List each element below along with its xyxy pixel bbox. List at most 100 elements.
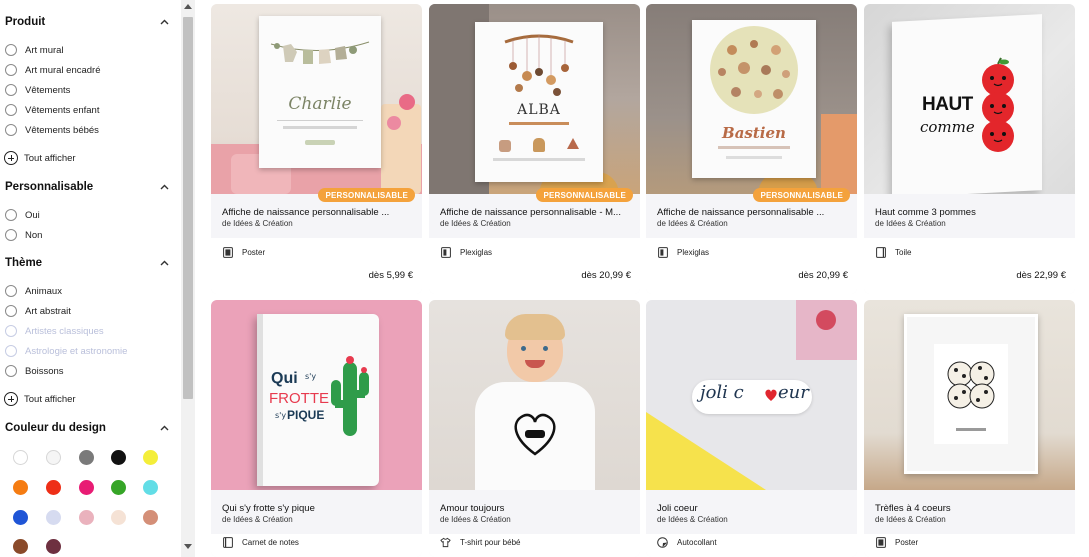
radio-button[interactable] (5, 325, 17, 337)
product-card[interactable]: Bastien PERSONNALISABLE Affiche de naiss… (646, 4, 857, 294)
filter-option-oui[interactable]: Oui (5, 207, 40, 223)
product-card[interactable]: joli c eur Joli coeur de Idées & Créatio… (646, 300, 857, 557)
product-image[interactable]: HAUT comme (864, 4, 1075, 194)
scroll-up-arrow-icon[interactable] (184, 4, 192, 9)
color-swatch[interactable] (79, 480, 94, 495)
option-label: Animaux (25, 285, 62, 297)
product-title[interactable]: Qui s'y frotte s'y pique (222, 503, 414, 514)
chevron-up-icon[interactable] (158, 16, 170, 28)
radio-button[interactable] (5, 44, 17, 56)
radio-button[interactable] (5, 104, 17, 116)
product-type: T-shirt pour bébé (440, 536, 520, 548)
color-swatch[interactable] (46, 510, 61, 525)
product-title[interactable]: Amour toujours (440, 503, 632, 514)
product-author[interactable]: de Idées & Création (440, 515, 511, 524)
art-text-pique: PIQUE (287, 408, 325, 422)
product-image[interactable]: ALBA (429, 4, 640, 194)
product-author[interactable]: de Idées & Création (875, 515, 946, 524)
product-image[interactable]: Qui s'y FROTTE s'y PIQUE (211, 300, 422, 490)
product-title[interactable]: Affiche de naissance personnalisable ... (222, 207, 414, 218)
filter-option-vetements-enfant[interactable]: Vêtements enfant (5, 102, 99, 118)
filter-section-product-header[interactable]: Produit (5, 13, 170, 31)
product-type-label: Toile (895, 247, 912, 257)
color-swatch[interactable] (111, 480, 126, 495)
product-image[interactable] (864, 300, 1075, 490)
filter-option-artistes-classiques[interactable]: Artistes classiques (5, 323, 104, 339)
product-card[interactable]: Charlie PERSONNALISABLE Affiche de naiss… (211, 4, 422, 294)
product-price: dès 20,99 € (581, 270, 631, 281)
color-swatch[interactable] (79, 450, 94, 465)
radio-button[interactable] (5, 365, 17, 377)
option-label: Art mural (25, 44, 64, 56)
customizable-badge: PERSONNALISABLE (753, 188, 850, 202)
product-title[interactable]: Joli coeur (657, 503, 849, 514)
filter-section-customizable-header[interactable]: Personnalisable (5, 178, 170, 196)
color-swatch[interactable] (111, 450, 126, 465)
show-all-products-button[interactable]: Tout afficher (4, 150, 76, 166)
product-footer: Toile dès 22,99 € (864, 238, 1075, 294)
color-swatch[interactable] (13, 450, 28, 465)
filter-option-vetements[interactable]: Vêtements (5, 82, 70, 98)
product-image[interactable]: joli c eur (646, 300, 857, 490)
chevron-up-icon[interactable] (158, 257, 170, 269)
radio-button[interactable] (5, 124, 17, 136)
filter-option-non[interactable]: Non (5, 227, 42, 243)
radio-button[interactable] (5, 345, 17, 357)
product-author[interactable]: de Idées & Création (222, 219, 293, 228)
filter-option-vetements-bebes[interactable]: Vêtements bébés (5, 122, 99, 138)
color-swatch[interactable] (46, 480, 61, 495)
color-swatch[interactable] (143, 480, 158, 495)
color-swatch[interactable] (143, 510, 158, 525)
chevron-up-icon[interactable] (158, 422, 170, 434)
chevron-up-icon[interactable] (158, 181, 170, 193)
color-swatch[interactable] (13, 510, 28, 525)
radio-button[interactable] (5, 285, 17, 297)
product-author[interactable]: de Idées & Création (440, 219, 511, 228)
product-author[interactable]: de Idées & Création (875, 219, 946, 228)
show-all-label: Tout afficher (24, 393, 76, 405)
show-all-themes-button[interactable]: Tout afficher (4, 391, 76, 407)
art-text-frotte: FROTTE (269, 390, 329, 407)
color-swatch[interactable] (143, 450, 158, 465)
product-author[interactable]: de Idées & Création (222, 515, 293, 524)
color-swatch[interactable] (111, 510, 126, 525)
product-title[interactable]: Haut comme 3 pommes (875, 207, 1067, 218)
product-title[interactable]: Trèfles à 4 coeurs (875, 503, 1067, 514)
product-card[interactable]: Qui s'y FROTTE s'y PIQUE Qui s'y frotte … (211, 300, 422, 557)
color-swatch[interactable] (79, 510, 94, 525)
radio-button[interactable] (5, 209, 17, 221)
product-type-label: T-shirt pour bébé (460, 537, 521, 547)
product-type-label: Plexiglas (460, 247, 493, 257)
product-card[interactable]: Amour toujours de Idées & Création T-shi… (429, 300, 640, 557)
radio-button[interactable] (5, 64, 17, 76)
radio-button[interactable] (5, 305, 17, 317)
color-swatch[interactable] (46, 539, 61, 554)
filter-option-art-mural-encadre[interactable]: Art mural encadré (5, 62, 101, 78)
filter-option-boissons[interactable]: Boissons (5, 363, 64, 379)
filter-option-art-abstrait[interactable]: Art abstrait (5, 303, 71, 319)
product-title[interactable]: Affiche de naissance personnalisable ... (657, 207, 849, 218)
radio-button[interactable] (5, 84, 17, 96)
filter-section-theme-header[interactable]: Thème (5, 254, 170, 272)
filter-option-astrologie[interactable]: Astrologie et astronomie (5, 343, 127, 359)
color-swatch[interactable] (13, 539, 28, 554)
product-author[interactable]: de Idées & Création (657, 219, 728, 228)
scrollbar-thumb[interactable] (183, 17, 193, 399)
product-card[interactable]: HAUT comme Haut comme 3 pommes de Idées … (864, 4, 1075, 294)
radio-button[interactable] (5, 229, 17, 241)
product-image[interactable]: Charlie (211, 4, 422, 194)
product-image[interactable] (429, 300, 640, 490)
product-author[interactable]: de Idées & Création (657, 515, 728, 524)
color-swatch[interactable] (13, 480, 28, 495)
product-title[interactable]: Affiche de naissance personnalisable - M… (440, 207, 632, 218)
product-card[interactable]: Trèfles à 4 coeurs de Idées & Création P… (864, 300, 1075, 557)
color-swatch[interactable] (46, 450, 61, 465)
filter-option-animaux[interactable]: Animaux (5, 283, 62, 299)
product-image[interactable]: Bastien (646, 4, 857, 194)
product-price: dès 22,99 € (1016, 270, 1066, 281)
sidebar-scrollbar[interactable] (181, 0, 195, 557)
scroll-down-arrow-icon[interactable] (184, 544, 192, 549)
product-card[interactable]: ALBA PERSONNALISABLE Affiche de naissanc… (429, 4, 640, 294)
filter-option-art-mural[interactable]: Art mural (5, 42, 64, 58)
filter-section-color-header[interactable]: Couleur du design (5, 419, 170, 437)
